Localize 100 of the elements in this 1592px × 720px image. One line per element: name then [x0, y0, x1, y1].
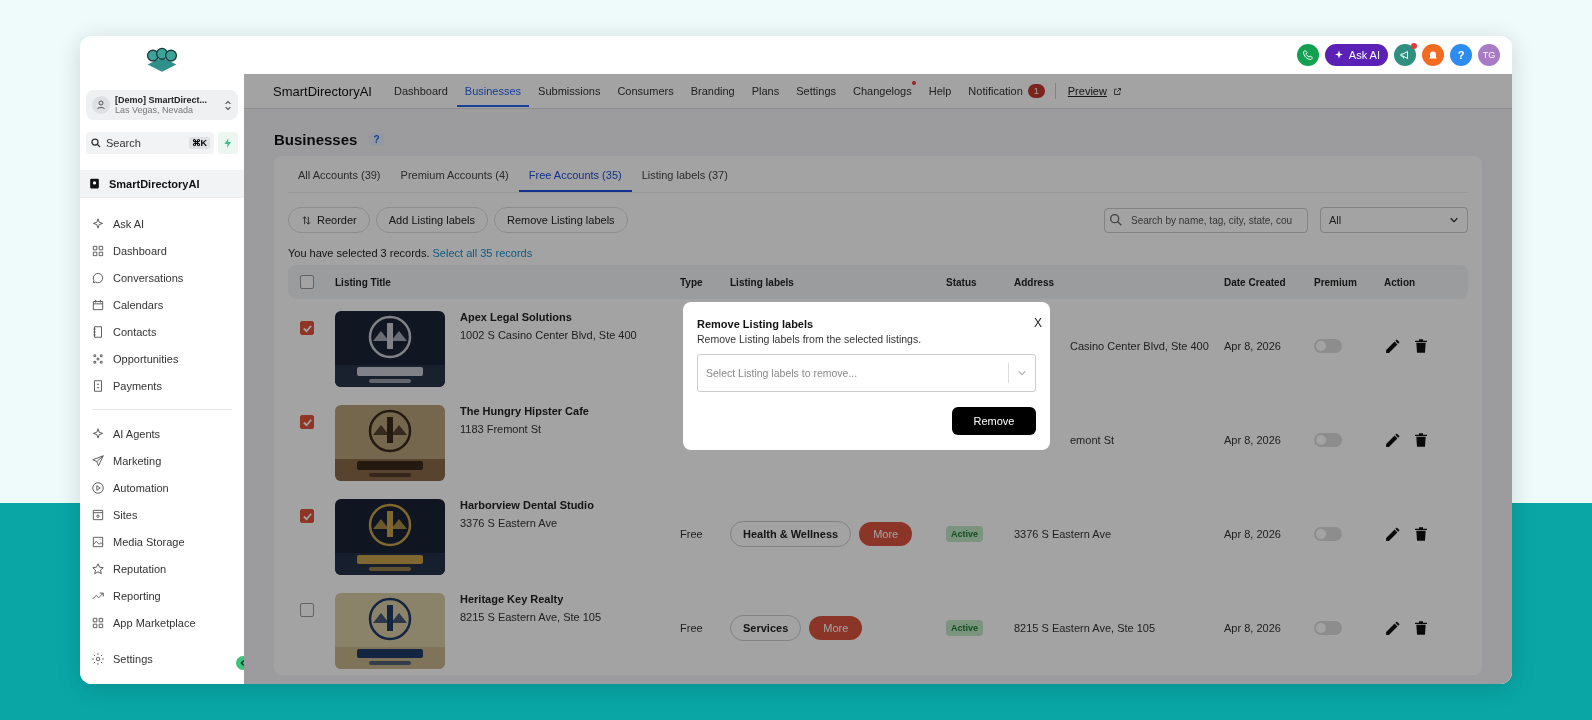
app-item[interactable]: SmartDirectoryAI — [80, 170, 244, 198]
sidebar-item[interactable]: App Marketplace — [86, 609, 238, 636]
column-header: Action — [1384, 276, 1417, 288]
sidebar-item[interactable]: Automation — [86, 474, 238, 501]
nav-tab[interactable]: Settings — [796, 75, 836, 107]
sidebar-item[interactable]: Reporting — [86, 582, 238, 609]
status-badge: Active — [946, 620, 983, 636]
nav-tab[interactable]: Branding — [690, 75, 735, 107]
row-checkbox[interactable] — [300, 509, 314, 523]
megaphone-icon — [1399, 49, 1411, 61]
listing-address: 1002 S Casino Center Blvd, Ste 400 — [460, 329, 637, 341]
bell-icon — [1427, 49, 1439, 61]
search-icon — [1108, 212, 1124, 228]
nav-tab[interactable]: Help — [928, 75, 952, 107]
sidebar-item[interactable]: Marketing — [86, 447, 238, 474]
labels-select[interactable]: Select Listing labels to remove... — [697, 354, 1036, 392]
contact-book-icon — [91, 324, 105, 339]
trash-icon[interactable] — [1413, 526, 1429, 542]
modal-description: Remove Listing labels from the selected listings. — [697, 333, 923, 345]
sidebar-item[interactable]: Opportunities — [86, 345, 238, 372]
ask-ai-button[interactable]: Ask AI — [1324, 44, 1388, 66]
nav-tab[interactable]: Dashboard — [393, 75, 448, 107]
address-cell: 8215 S Eastern Ave, Ste 105 — [1014, 622, 1156, 634]
sidebar-item[interactable]: Calendars — [86, 291, 238, 318]
megaphone-button[interactable] — [1394, 44, 1416, 66]
toolbar-button[interactable]: Remove Listing labels — [494, 207, 628, 233]
sidebar-item[interactable]: Contacts — [86, 318, 238, 345]
tab[interactable]: Listing labels (37) — [631, 156, 738, 192]
external-link-icon — [1112, 86, 1122, 96]
chevron-updown-icon — [224, 98, 232, 112]
column-header: Status — [946, 276, 978, 288]
trash-icon[interactable] — [1413, 338, 1429, 354]
play-icon — [91, 480, 105, 495]
lightning-button[interactable] — [218, 132, 238, 154]
chevron-left-icon — [239, 659, 247, 667]
nav-tab[interactable]: Submissions — [538, 75, 601, 107]
status-badge: Active — [946, 526, 983, 542]
bell-button[interactable] — [1422, 44, 1444, 66]
column-header: Date Created — [1224, 276, 1287, 288]
sparkles-icon — [91, 426, 105, 441]
sidebar-item[interactable]: Conversations — [86, 264, 238, 291]
settings-icon — [91, 651, 105, 666]
settings-item[interactable]: Settings — [86, 643, 238, 672]
select-all-checkbox[interactable] — [300, 275, 314, 289]
listing-title[interactable]: Heritage Key Realty — [460, 593, 602, 605]
listing-title[interactable]: Harborview Dental Studio — [460, 499, 594, 511]
selection-message: You have selected 3 records. Select all 35 records — [288, 247, 534, 259]
star-icon — [91, 561, 105, 576]
type-cell: Free — [680, 622, 703, 634]
sidebar-item[interactable]: Dashboard — [86, 237, 238, 264]
sidebar-item[interactable]: Media Storage — [86, 528, 238, 555]
filter-dropdown[interactable]: All — [1320, 207, 1468, 233]
nav-tab[interactable]: Plans — [751, 75, 780, 107]
edit-icon[interactable] — [1384, 619, 1401, 637]
remove-button[interactable]: Remove — [952, 407, 1036, 435]
date-cell: Apr 8, 2026 — [1224, 528, 1281, 540]
phone-button[interactable] — [1296, 44, 1319, 66]
page-title: Businesses — [274, 131, 358, 148]
row-checkbox[interactable] — [300, 603, 314, 617]
listing-title[interactable]: Apex Legal Solutions — [460, 311, 637, 323]
trash-icon[interactable] — [1413, 432, 1429, 448]
close-button[interactable]: X — [1034, 316, 1042, 330]
listing-title[interactable]: The Hungry Hipster Cafe — [460, 405, 589, 417]
listing-address: 3376 S Eastern Ave — [460, 517, 559, 529]
lightning-icon — [222, 137, 234, 149]
preview-link[interactable]: Preview — [1067, 85, 1107, 97]
calendar-icon — [91, 297, 105, 312]
nav-tab[interactable]: Consumers — [617, 75, 674, 107]
tab[interactable]: All Accounts (39) — [288, 156, 391, 192]
account-switcher[interactable]: [Demo] SmartDirect... Las Vegas, Nevada — [86, 90, 238, 120]
sidebar-item[interactable]: Sites — [86, 501, 238, 528]
date-cell: Apr 8, 2026 — [1224, 340, 1281, 352]
chevron-down-icon — [1449, 215, 1459, 225]
receipt-icon — [91, 378, 105, 393]
sidebar-item[interactable]: Payments — [86, 372, 238, 399]
edit-icon[interactable] — [1384, 337, 1401, 355]
column-header: Type — [680, 276, 704, 288]
row-checkbox[interactable] — [300, 321, 314, 335]
edit-icon[interactable] — [1384, 431, 1401, 449]
trash-icon[interactable] — [1413, 620, 1429, 636]
edit-icon[interactable] — [1384, 525, 1401, 543]
sidebar-item[interactable]: Ask AI — [86, 210, 238, 237]
row-checkbox[interactable] — [300, 415, 314, 429]
grid-icon — [91, 243, 105, 258]
reorder-button[interactable]: Reorder — [288, 207, 370, 233]
sparkles-icon — [91, 216, 105, 231]
sidebar-item[interactable]: Reputation — [86, 555, 238, 582]
chat-bubble-icon — [91, 270, 105, 285]
search-field[interactable]: Search by name, tag, city, state, cou — [1104, 207, 1308, 233]
toolbar-button[interactable]: Add Listing labels — [375, 207, 488, 233]
sidebar-item[interactable]: AI Agents — [86, 420, 238, 447]
nav-tab[interactable]: Businesses — [456, 75, 530, 107]
column-header: Listing labels — [730, 276, 795, 288]
account-name: [Demo] SmartDirect... — [115, 95, 209, 105]
tab[interactable]: Free Accounts (35) — [518, 156, 632, 192]
nav-tab[interactable]: Notification — [968, 75, 1023, 107]
date-cell: Apr 8, 2026 — [1224, 622, 1281, 634]
nav-tab[interactable]: Changelogs — [853, 75, 912, 107]
sort-arrows-icon — [301, 214, 312, 226]
tab[interactable]: Premium Accounts (4) — [390, 156, 519, 192]
